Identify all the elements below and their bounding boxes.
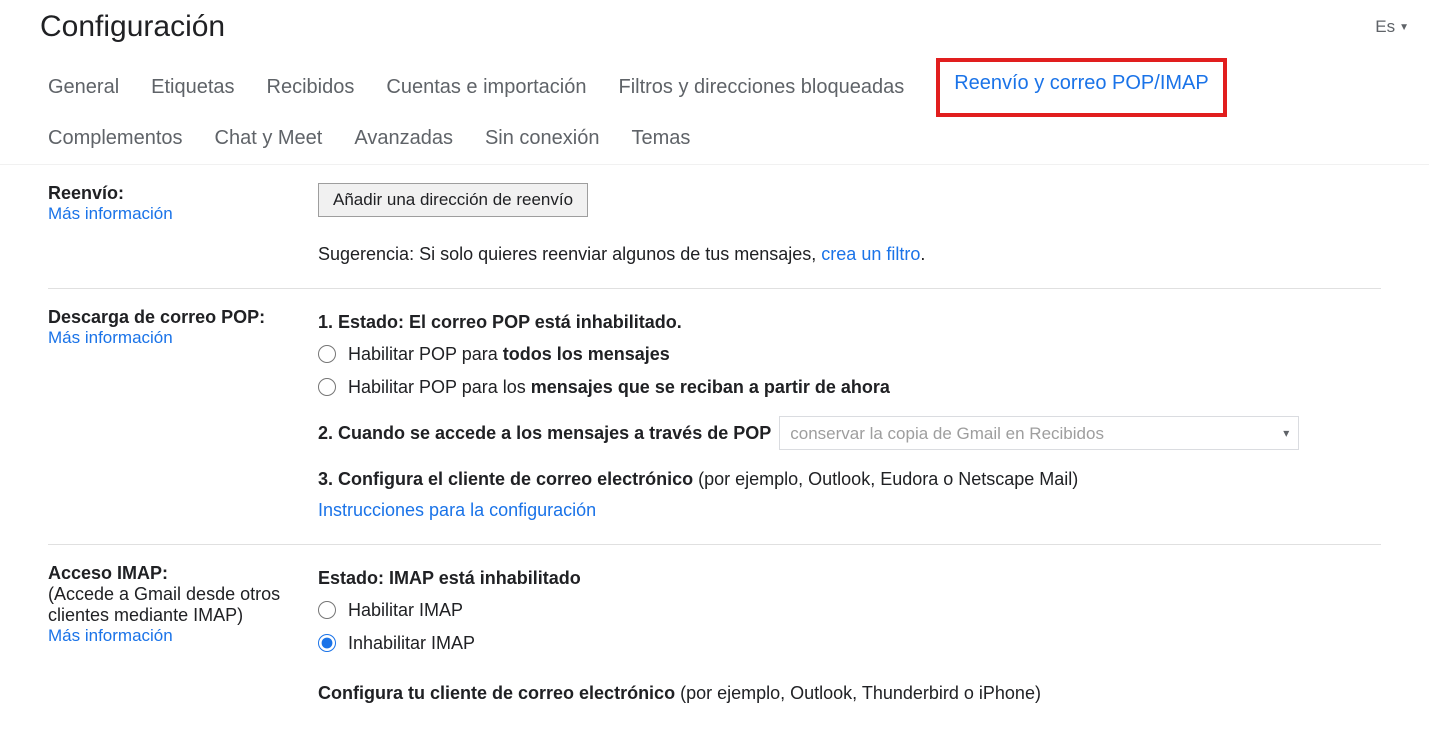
tab-forwarding-pop-imap[interactable]: Reenvío y correo POP/IMAP [936, 58, 1227, 117]
pop-enable-all-label[interactable]: Habilitar POP para todos los mensajes [348, 339, 670, 370]
pop-step3-example: (por ejemplo, Outlook, Eudora o Netscape… [693, 469, 1078, 489]
pop-enable-all-radio[interactable] [318, 345, 336, 363]
imap-disable-radio[interactable] [318, 634, 336, 652]
page-title: Configuración [40, 10, 225, 44]
imap-status-value: IMAP está inhabilitado [389, 568, 581, 588]
language-selector[interactable]: Es ▼ [1375, 17, 1409, 37]
pop-enable-new-radio[interactable] [318, 378, 336, 396]
tab-advanced[interactable]: Avanzadas [354, 113, 453, 164]
forwarding-label: Reenvío: [48, 183, 318, 204]
tab-accounts[interactable]: Cuentas e importación [386, 62, 586, 113]
tab-addons[interactable]: Complementos [48, 113, 183, 164]
imap-enable-label[interactable]: Habilitar IMAP [348, 595, 463, 626]
add-forwarding-address-button[interactable]: Añadir una dirección de reenvío [318, 183, 588, 217]
pop-step3-label: 3. Configura el cliente de correo electr… [318, 469, 693, 489]
forwarding-tip-suffix: . [920, 244, 925, 264]
imap-note: (Accede a Gmail desde otros clientes med… [48, 584, 318, 626]
pop-action-select[interactable]: conservar la copia de Gmail en Recibidos [779, 416, 1299, 450]
imap-configure-example: (por ejemplo, Outlook, Thunderbird o iPh… [675, 683, 1041, 703]
imap-enable-radio[interactable] [318, 601, 336, 619]
pop-label: Descarga de correo POP: [48, 307, 318, 328]
imap-status-prefix: Estado: [318, 568, 389, 588]
pop-status-value: El correo POP está inhabilitado. [409, 312, 682, 332]
tab-offline[interactable]: Sin conexión [485, 113, 600, 164]
imap-disable-label[interactable]: Inhabilitar IMAP [348, 628, 475, 659]
language-label: Es [1375, 17, 1395, 37]
pop-section: Descarga de correo POP: Más información … [48, 289, 1381, 545]
forwarding-tip-text: Sugerencia: Si solo quieres reenviar alg… [318, 244, 821, 264]
forwarding-section: Reenvío: Más información Añadir una dire… [48, 165, 1381, 289]
chevron-down-icon: ▼ [1399, 22, 1409, 33]
create-filter-link[interactable]: crea un filtro [821, 244, 920, 264]
tab-inbox[interactable]: Recibidos [267, 62, 355, 113]
tab-filters[interactable]: Filtros y direcciones bloqueadas [618, 62, 904, 113]
pop-enable-new-label[interactable]: Habilitar POP para los mensajes que se r… [348, 372, 890, 403]
pop-learn-more-link[interactable]: Más información [48, 328, 173, 347]
imap-section: Acceso IMAP: (Accede a Gmail desde otros… [48, 545, 1381, 727]
pop-instructions-link[interactable]: Instrucciones para la configuración [318, 500, 596, 520]
imap-learn-more-link[interactable]: Más información [48, 626, 173, 645]
tab-themes[interactable]: Temas [631, 113, 690, 164]
pop-status-prefix: 1. Estado: [318, 312, 409, 332]
tab-general[interactable]: General [48, 62, 119, 113]
forwarding-learn-more-link[interactable]: Más información [48, 204, 173, 223]
imap-configure-label: Configura tu cliente de correo electróni… [318, 683, 675, 703]
settings-tabs: General Etiquetas Recibidos Cuentas e im… [0, 58, 1429, 165]
pop-step2-label: 2. Cuando se accede a los mensajes a tra… [318, 418, 771, 449]
tab-labels[interactable]: Etiquetas [151, 62, 234, 113]
imap-label: Acceso IMAP: [48, 563, 318, 584]
tab-chat-meet[interactable]: Chat y Meet [215, 113, 323, 164]
